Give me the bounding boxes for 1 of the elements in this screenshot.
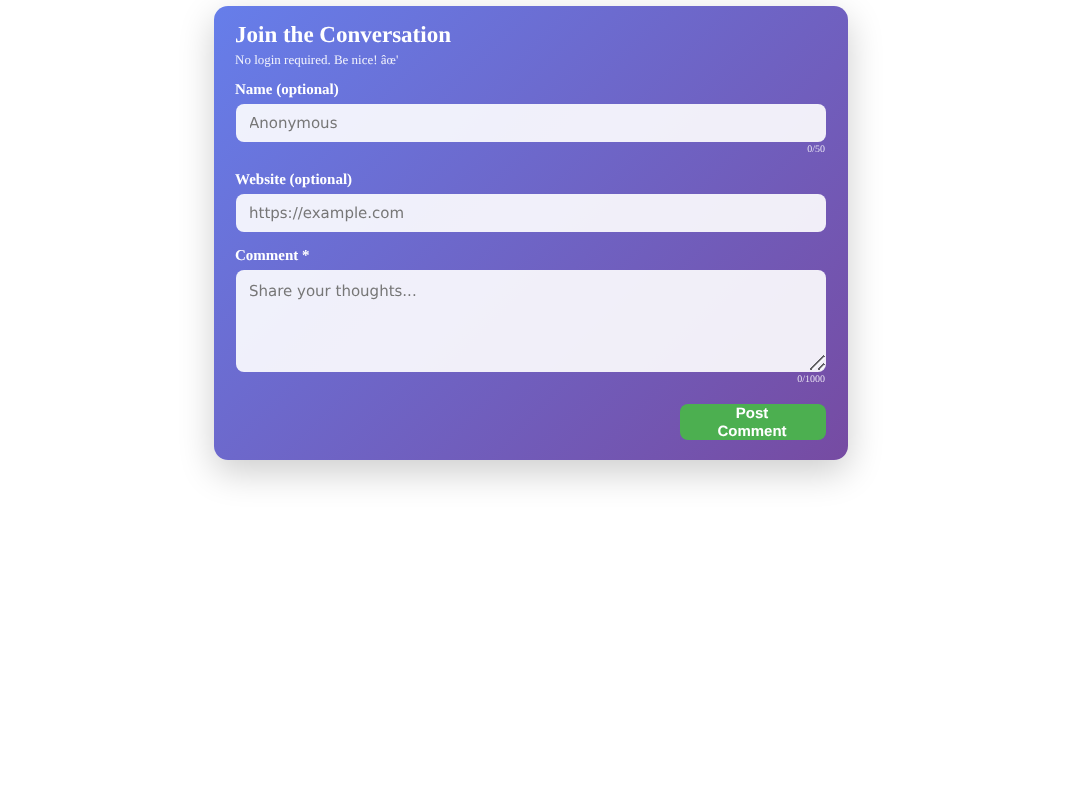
form-title: Join the Conversation [235, 24, 453, 48]
